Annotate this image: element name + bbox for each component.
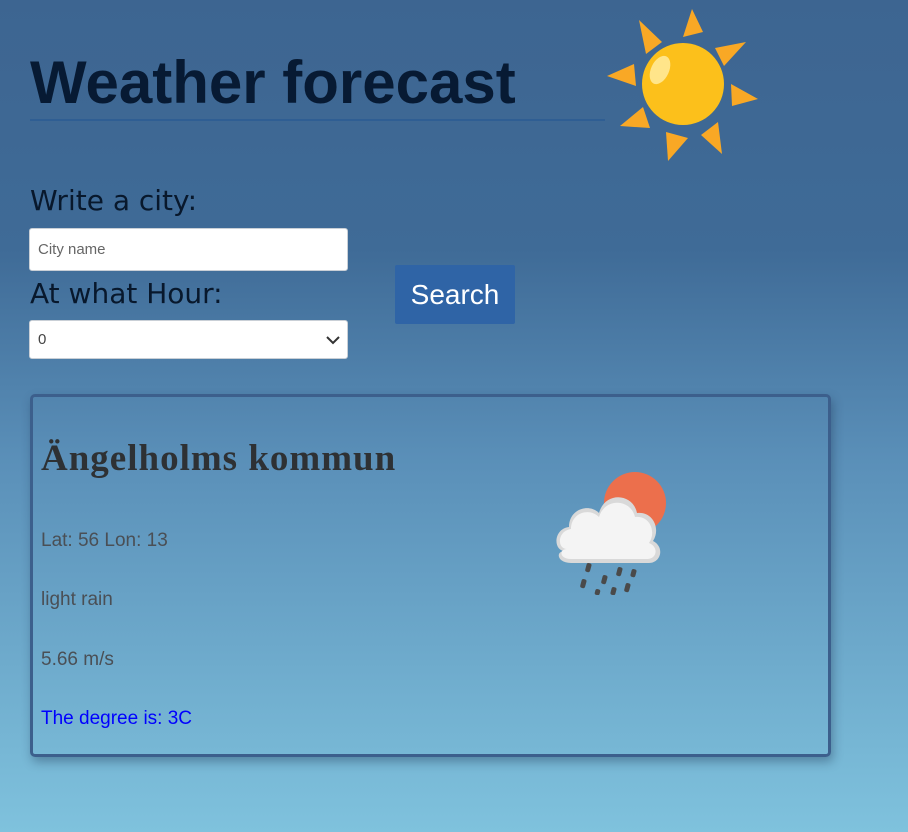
result-coordinates: Lat: 56 Lon: 13: [41, 530, 168, 551]
chevron-down-icon: [326, 336, 340, 345]
result-wind-speed: 5.66 m/s: [41, 649, 114, 670]
light-rain-cloud-sun-icon: [556, 472, 666, 595]
sun-icon: [607, 9, 758, 161]
city-label: Write a city:: [30, 184, 198, 217]
hour-select-value: 0: [38, 331, 47, 348]
result-city-name: Ängelholms kommun: [41, 438, 397, 479]
page-title: Weather forecast: [30, 49, 516, 116]
title-divider: [30, 119, 605, 121]
hour-select[interactable]: 0: [29, 320, 348, 359]
city-input[interactable]: [29, 228, 348, 271]
hour-label: At what Hour:: [30, 277, 223, 310]
weather-result-card: Ängelholms kommun Lat: 56 Lon: 13 light …: [30, 394, 831, 757]
result-description: light rain: [41, 589, 113, 610]
search-button[interactable]: Search: [395, 265, 515, 324]
result-temperature: The degree is: 3C: [41, 708, 193, 729]
